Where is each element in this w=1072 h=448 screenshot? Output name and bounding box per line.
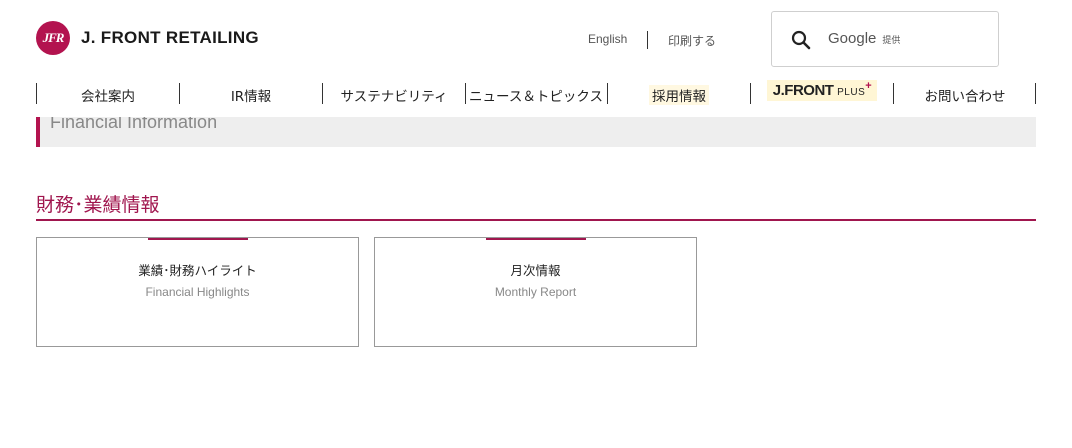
search-provider: Google 提供: [828, 30, 900, 47]
nav-item-sustainability[interactable]: サステナビリティ: [323, 85, 465, 105]
header-link-divider: [647, 31, 648, 49]
card-accent-line: [486, 238, 586, 240]
google-wordmark: Google: [828, 30, 877, 47]
nav-item-company[interactable]: 会社案内: [37, 85, 179, 105]
nav-item-jfront-plus[interactable]: J.FRONT PLUS+: [751, 80, 893, 101]
jfront-plus-main: J.FRONT: [772, 82, 834, 99]
financial-information-banner: Financial Information: [36, 117, 1036, 147]
card-title: 月次情報: [510, 263, 561, 278]
nav-item-contact[interactable]: お問い合わせ: [894, 85, 1036, 105]
card-monthly-report[interactable]: 月次情報 Monthly Report: [374, 237, 697, 347]
card-subtitle: Monthly Report: [494, 285, 577, 299]
plus-sign-icon: +: [865, 80, 872, 92]
section-title: 財務･業績情報: [36, 194, 160, 216]
logo-text: J. FRONT RETAILING: [81, 28, 259, 47]
card-financial-highlights[interactable]: 業績･財務ハイライト Financial Highlights: [36, 237, 359, 347]
search-icon[interactable]: [790, 29, 812, 51]
search-box[interactable]: Google 提供: [771, 11, 999, 67]
banner-heading: Financial Information: [50, 117, 218, 132]
card-subtitle: Financial Highlights: [145, 285, 250, 299]
nav-item-news[interactable]: ニュース＆トピックス: [465, 85, 607, 105]
global-nav: 会社案内 IR情報 サステナビリティ ニュース＆トピックス 採用情報 J.FRO…: [36, 80, 1036, 105]
nav-item-recruit[interactable]: 採用情報: [608, 85, 750, 105]
jfront-plus-small: PLUS: [837, 87, 866, 98]
card-title: 業績･財務ハイライト: [138, 263, 257, 278]
nav-item-recruit-label: 採用情報: [649, 85, 709, 105]
nav-item-ir[interactable]: IR情報: [180, 85, 322, 105]
site-logo[interactable]: JFR J. FRONT RETAILING: [36, 21, 259, 55]
jfr-logo-mark: JFR: [36, 21, 70, 55]
english-link[interactable]: English: [588, 32, 627, 46]
section-divider: [36, 219, 1036, 221]
jfront-plus-logo: J.FRONT PLUS+: [766, 80, 878, 101]
card-accent-line: [148, 238, 248, 240]
print-link[interactable]: 印刷する: [668, 32, 716, 49]
provided-label: 提供: [882, 36, 901, 46]
